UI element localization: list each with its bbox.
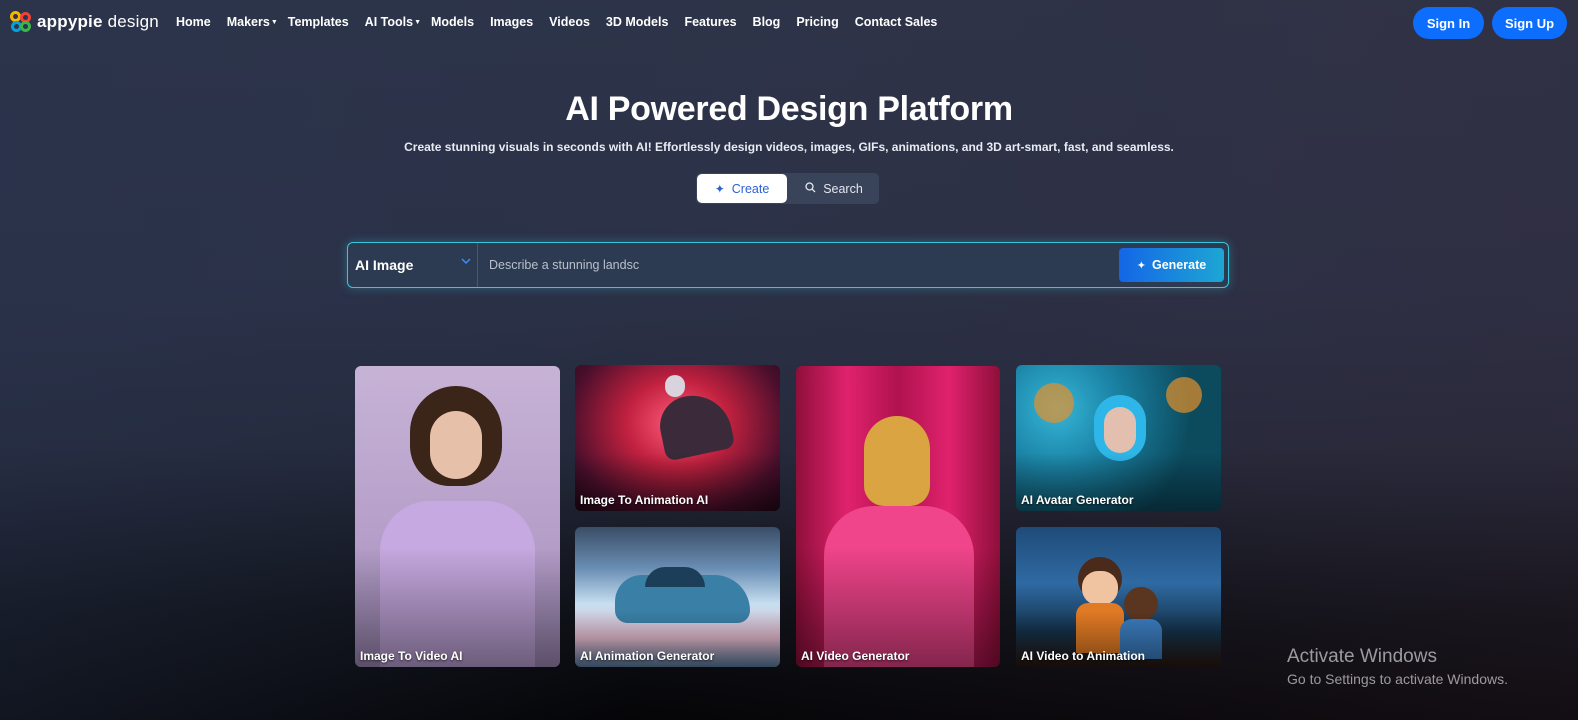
card-figure-leopard-head (864, 416, 930, 506)
card-figure-car-window (645, 567, 705, 587)
card-caption: AI Avatar Generator (1021, 493, 1134, 507)
generate-button-label: Generate (1152, 258, 1207, 272)
chevron-down-icon (461, 257, 471, 268)
brand-name-light: design (107, 12, 159, 31)
card-image-to-animation-ai[interactable]: Image To Animation AI (575, 365, 780, 511)
generate-button[interactable]: ✦ Generate (1119, 248, 1224, 282)
nav-links: Home Makers ▼ Templates AI Tools ▼ Models … (176, 15, 937, 29)
brand-name-bold: appypie (37, 12, 103, 31)
nav-contact-sales[interactable]: Contact Sales (855, 15, 938, 29)
generator-type-select[interactable]: AI Image (348, 243, 478, 287)
create-tab[interactable]: ✦ Create (697, 174, 787, 203)
card-figure-face (430, 411, 482, 479)
card-caption: Image To Video AI (360, 649, 463, 663)
card-caption: Image To Animation AI (580, 493, 709, 507)
nav-makers[interactable]: Makers ▼ (227, 15, 278, 29)
card-figure-astronaut (665, 375, 685, 397)
sign-up-button[interactable]: Sign Up (1492, 7, 1567, 39)
nav-models[interactable]: Models (431, 15, 474, 29)
nav-features[interactable]: Features (684, 15, 736, 29)
nav-pricing[interactable]: Pricing (796, 15, 838, 29)
brand-logo[interactable]: appypie design (10, 11, 159, 33)
card-image-to-video-ai[interactable]: Image To Video AI (355, 366, 560, 667)
nav-images[interactable]: Images (490, 15, 533, 29)
top-navbar: appypie design Home Makers ▼ Templates AI… (0, 0, 1578, 45)
brand-name: appypie design (37, 12, 159, 32)
watermark-title: Activate Windows (1287, 646, 1437, 667)
nav-ai-tools-label: AI Tools (364, 15, 414, 29)
prompt-input[interactable] (478, 243, 1114, 287)
sparkle-icon: ✦ (714, 181, 725, 196)
nav-ai-tools[interactable]: AI Tools ▼ (365, 15, 421, 29)
card-figure-horse (654, 388, 736, 462)
prompt-bar: AI Image ✦ Generate (347, 242, 1229, 288)
card-figure-flower (1034, 383, 1074, 423)
sign-in-button[interactable]: Sign In (1413, 7, 1484, 39)
card-ai-video-to-animation[interactable]: AI Video to Animation (1016, 527, 1221, 667)
nav-3d-models[interactable]: 3D Models (606, 15, 669, 29)
nav-home[interactable]: Home (176, 15, 211, 29)
sparkle-icon: ✦ (1136, 259, 1146, 272)
hero-title: AI Powered Design Platform (565, 90, 1013, 128)
card-caption: AI Animation Generator (580, 649, 715, 663)
watermark-subtitle: Go to Settings to activate Windows. (1287, 671, 1508, 687)
card-ai-animation-generator[interactable]: AI Animation Generator (575, 527, 780, 667)
card-caption: AI Video Generator (801, 649, 910, 663)
caret-down-icon: ▼ (270, 18, 278, 26)
card-ai-avatar-generator[interactable]: AI Avatar Generator (1016, 365, 1221, 511)
caret-down-icon: ▼ (414, 18, 421, 26)
nav-blog[interactable]: Blog (753, 15, 781, 29)
card-figure-child-face (1082, 571, 1118, 605)
hero-subtitle: Create stunning visuals in seconds with … (404, 140, 1174, 154)
search-tab-label: Search (823, 181, 863, 196)
card-ai-video-generator[interactable]: AI Video Generator (796, 366, 1000, 667)
mode-toggle: ✦ Create Search (696, 173, 879, 204)
nav-videos[interactable]: Videos (549, 15, 590, 29)
logo-mark-icon (10, 11, 32, 33)
search-tab[interactable]: Search (790, 174, 878, 203)
card-caption: AI Video to Animation (1021, 649, 1146, 663)
card-figure-flower (1166, 377, 1202, 413)
create-tab-label: Create (731, 181, 770, 196)
generator-type-value: AI Image (355, 257, 414, 273)
nav-templates[interactable]: Templates (288, 15, 349, 29)
windows-activation-watermark: Activate Windows Go to Settings to activ… (1287, 646, 1508, 687)
card-figure-face (1104, 407, 1136, 453)
nav-makers-label: Makers (226, 15, 270, 29)
search-icon (805, 181, 816, 196)
